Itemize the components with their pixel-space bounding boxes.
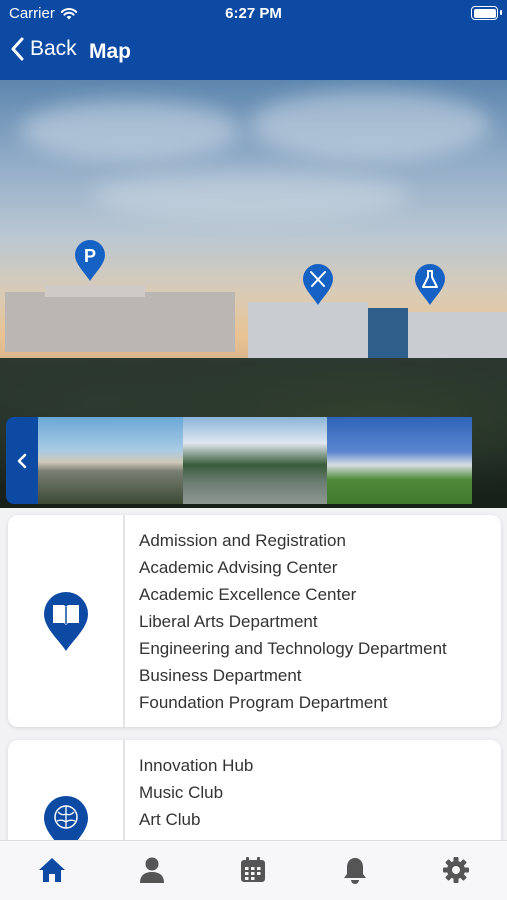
back-button[interactable]: Back (10, 37, 77, 61)
list-item[interactable]: Liberal Arts Department (139, 608, 447, 635)
thumb-campus-skyline[interactable] (38, 417, 183, 504)
tab-bar (0, 840, 507, 900)
department-card: Admission and Registration Academic Advi… (8, 515, 501, 727)
battery-icon (471, 6, 502, 20)
list-item[interactable]: Admission and Registration (139, 527, 447, 554)
bell-icon (344, 858, 366, 884)
list-item[interactable]: Art Club (139, 806, 275, 833)
tab-home[interactable] (37, 855, 67, 885)
lab-pin[interactable] (414, 264, 446, 306)
list-item[interactable]: Academic Excellence Center (139, 581, 447, 608)
parking-icon: P (84, 246, 96, 266)
department-list: Admission and Registration Academic Advi… (139, 527, 447, 716)
status-bar: Carrier 6:27 PM (0, 0, 507, 28)
page-title: Map (89, 40, 131, 63)
nav-bar: Back Map (0, 28, 507, 80)
tab-calendar[interactable] (238, 855, 268, 885)
gear-icon (443, 857, 469, 883)
list-item[interactable]: Academic Advising Center (139, 554, 447, 581)
photo-thumbnail-strip (6, 417, 472, 504)
home-icon (39, 858, 65, 882)
calendar-icon (241, 857, 265, 882)
list-item[interactable]: Innovation Hub (139, 752, 275, 779)
list-item[interactable]: Music Club (139, 779, 275, 806)
thumbnails-prev-button[interactable] (6, 417, 38, 504)
thumb-palm-lake[interactable] (183, 417, 328, 504)
list-item[interactable]: Foundation Program Department (139, 689, 447, 716)
tab-settings[interactable] (441, 855, 471, 885)
list-item[interactable]: Engineering and Technology Department (139, 635, 447, 662)
chevron-left-icon (17, 453, 27, 468)
person-icon (140, 857, 164, 883)
status-time: 6:27 PM (225, 5, 282, 22)
tab-profile[interactable] (137, 855, 167, 885)
dining-pin[interactable] (302, 264, 334, 306)
thumb-campus-lawn[interactable] (327, 417, 472, 504)
list-item[interactable]: Business Department (139, 662, 447, 689)
parking-pin[interactable]: P (74, 240, 106, 282)
book-icon (43, 592, 88, 651)
chevron-left-icon (11, 37, 24, 61)
tab-notifications[interactable] (340, 855, 370, 885)
back-label: Back (30, 37, 77, 60)
